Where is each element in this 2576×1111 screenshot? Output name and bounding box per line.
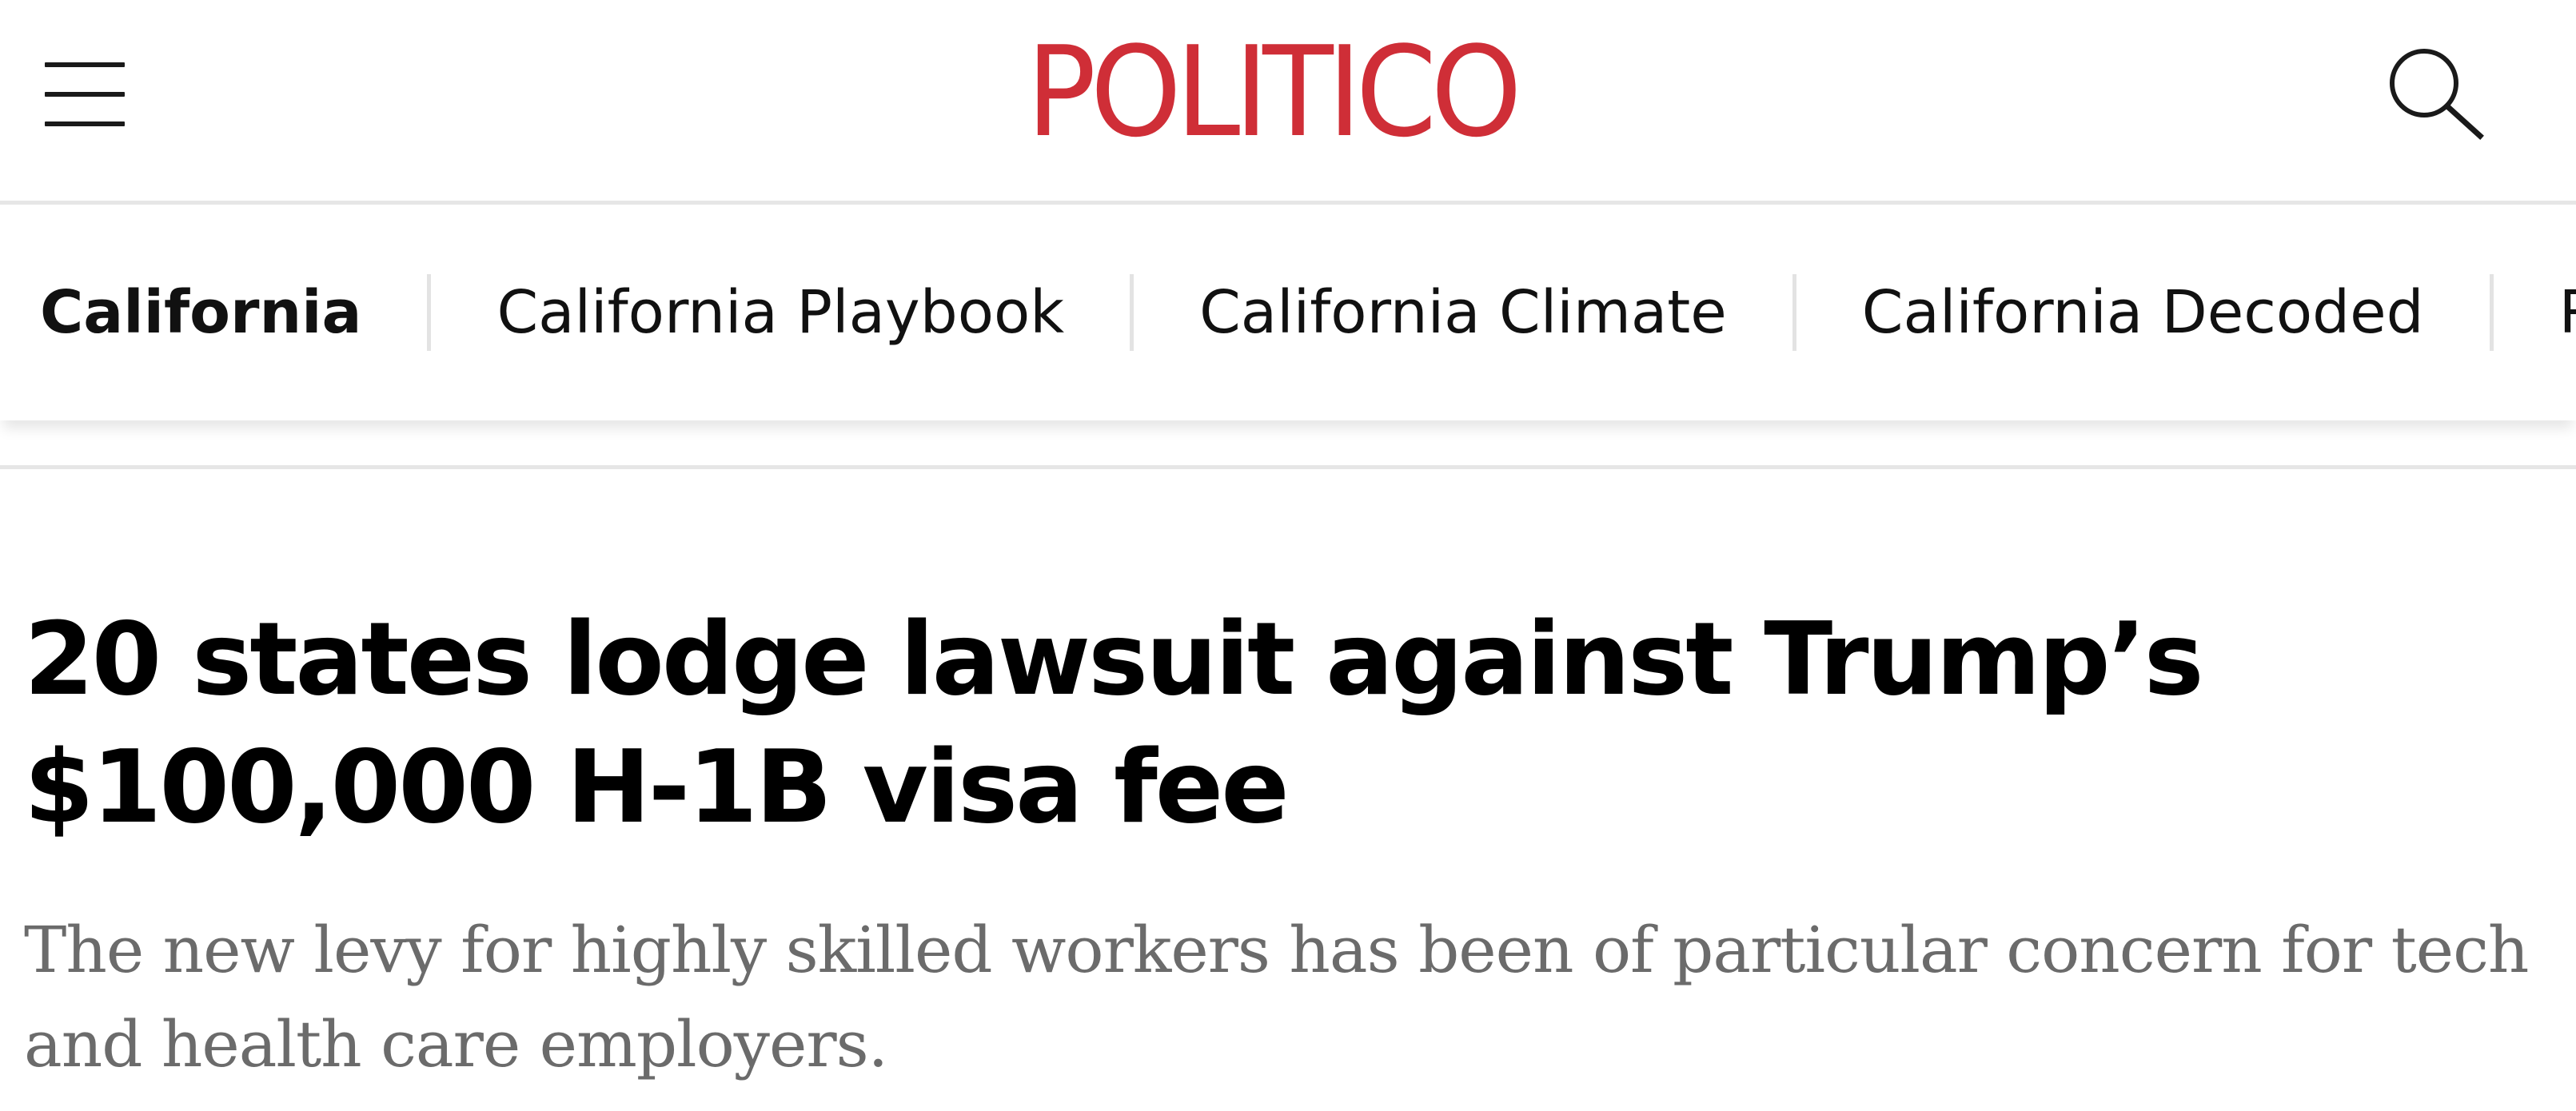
article-dek: The new levy for highly skilled workers … <box>24 913 2529 1081</box>
article-headline: 20 states lodge lawsuit against Trump’s … <box>24 600 2204 846</box>
nav-divider <box>0 465 2576 469</box>
search-icon[interactable] <box>2383 42 2494 145</box>
section-nav: California California Playbook Californi… <box>0 205 2576 420</box>
nav-item-california-climate[interactable]: California Climate <box>1130 274 1792 351</box>
nav-item-california-decoded[interactable]: California Decoded <box>1792 274 2490 351</box>
nav-item-rebuild[interactable]: Rebuild <box>2489 274 2576 351</box>
hamburger-menu-icon[interactable] <box>45 61 125 128</box>
site-header: POLITICO <box>0 0 2576 205</box>
nav-item-california-playbook[interactable]: California Playbook <box>427 274 1130 351</box>
politico-logo[interactable]: POLITICO <box>1019 24 1524 160</box>
nav-item-california[interactable]: California <box>0 274 427 351</box>
